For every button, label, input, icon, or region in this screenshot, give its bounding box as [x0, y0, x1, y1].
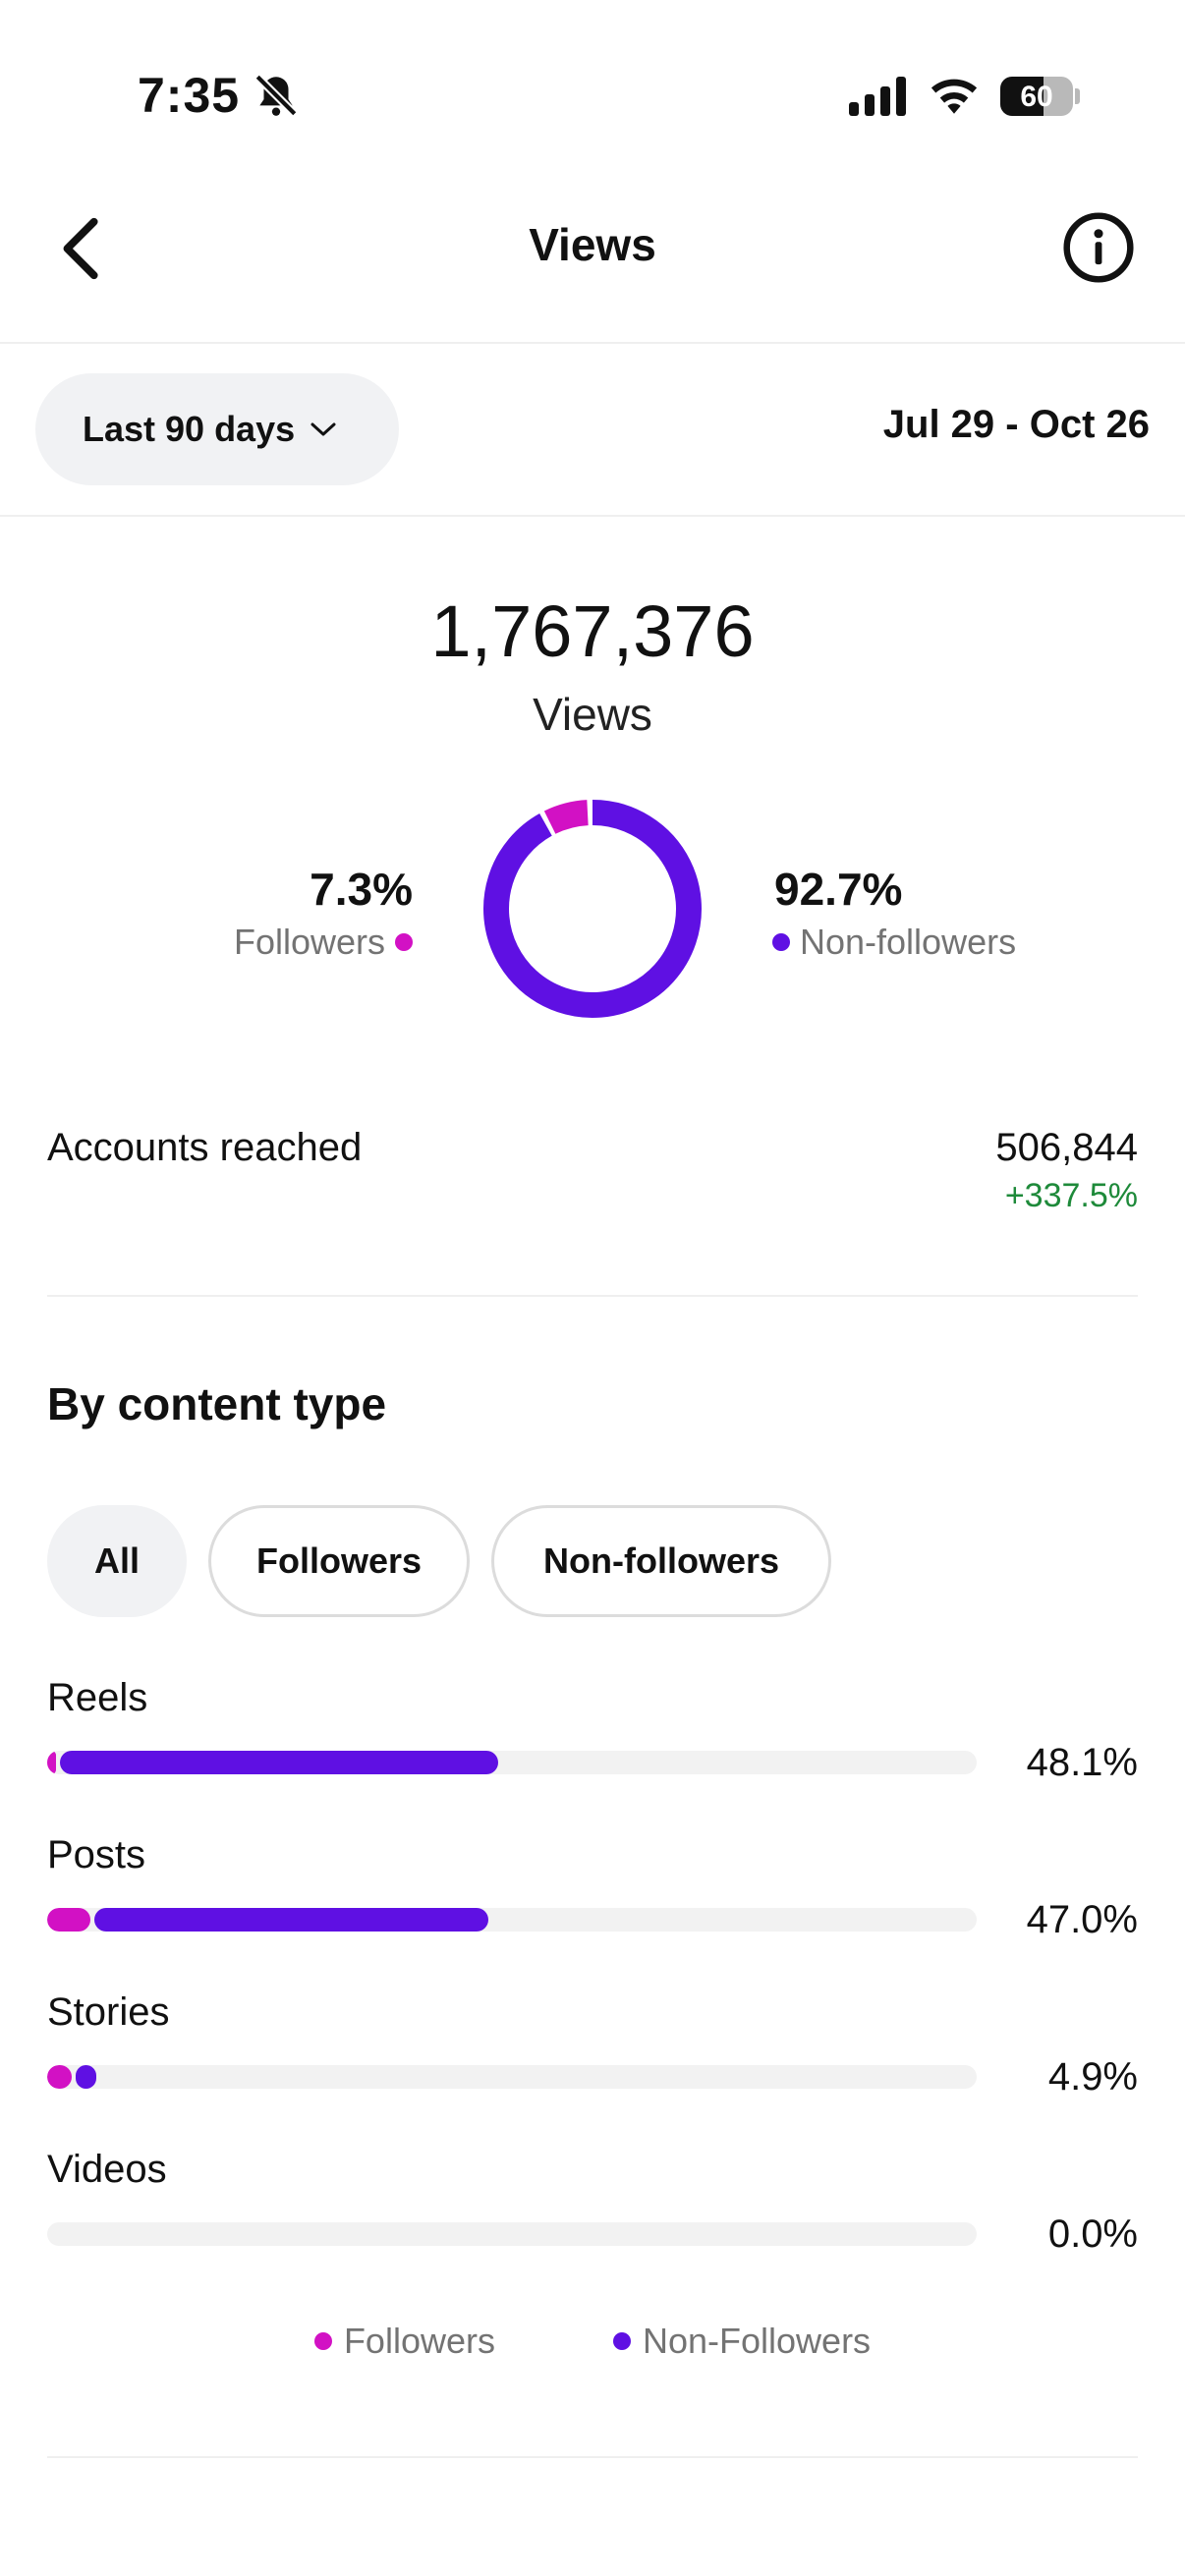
filter-chip-non-followers[interactable]: Non-followers	[491, 1505, 831, 1617]
bar-segment-non-followers	[60, 1751, 499, 1774]
content-type-label-reels: Reels	[47, 1676, 148, 1719]
donut-segment-followers	[483, 800, 702, 1018]
content-type-pct-posts: 47.0%	[1026, 1898, 1138, 1941]
status-time: 7:35	[138, 68, 241, 123]
followers-dot-icon	[395, 933, 413, 951]
content-type-label-stories: Stories	[47, 1990, 170, 2034]
non-followers-legend: Non-followers	[772, 922, 1016, 963]
accounts-reached-value: 506,844	[995, 1126, 1138, 1169]
divider	[0, 515, 1185, 517]
divider	[47, 2456, 1138, 2458]
bar-segment-followers	[47, 1751, 57, 1774]
chevron-down-icon	[310, 422, 336, 436]
followers-legend: Followers	[234, 922, 413, 963]
followers-percentage: 7.3%	[310, 864, 413, 915]
bar-segment-followers	[47, 2065, 72, 2089]
total-views-value: 1,767,376	[430, 590, 755, 672]
legend-label: Followers	[343, 2321, 495, 2361]
non-followers-percentage: 92.7%	[774, 864, 903, 915]
donut-segment-non-followers	[483, 800, 702, 1018]
info-icon[interactable]	[1061, 210, 1136, 285]
progress-bar-stories	[47, 2065, 977, 2089]
divider	[0, 342, 1185, 344]
legend-item-non-followers: Non-Followers	[612, 2321, 872, 2362]
date-range-dropdown[interactable]: Last 90 days	[35, 373, 399, 485]
progress-bar-videos	[47, 2222, 977, 2246]
accounts-reached-change: +337.5%	[1004, 1177, 1138, 1214]
battery-level: 60	[1020, 81, 1053, 113]
legend-item-followers: Followers	[313, 2321, 495, 2362]
section-title: By content type	[47, 1378, 387, 1429]
page-title: Views	[529, 219, 656, 270]
views-donut-chart	[483, 800, 702, 1018]
non-followers-dot-icon	[612, 2332, 631, 2350]
content-type-pct-videos: 0.0%	[1047, 2212, 1138, 2256]
total-views-label: Views	[533, 689, 652, 740]
filter-chip-followers[interactable]: Followers	[208, 1505, 470, 1617]
legend-label: Non-Followers	[642, 2321, 872, 2361]
divider	[47, 1295, 1138, 1297]
chart-legend: Followers Non-Followers	[0, 2321, 1185, 2362]
cellular-signal-icon	[849, 77, 906, 116]
non-followers-dot-icon	[772, 933, 790, 951]
date-range-dropdown-label: Last 90 days	[83, 409, 296, 449]
followers-dot-icon	[313, 2332, 332, 2350]
content-type-pct-stories: 4.9%	[1047, 2055, 1138, 2099]
bar-segment-non-followers	[75, 2065, 97, 2089]
progress-bar-reels	[47, 1751, 977, 1774]
bar-segment-non-followers	[93, 1908, 488, 1932]
progress-bar-posts	[47, 1908, 977, 1932]
wifi-icon	[931, 79, 978, 114]
filter-chip-all[interactable]: All	[47, 1505, 187, 1617]
content-type-label-posts: Posts	[47, 1833, 146, 1876]
bar-segment-followers	[47, 1908, 90, 1932]
content-type-label-videos: Videos	[47, 2148, 167, 2191]
content-type-pct-reels: 48.1%	[1026, 1741, 1138, 1784]
accounts-reached-label: Accounts reached	[47, 1126, 363, 1169]
date-range-text: Jul 29 - Oct 26	[882, 403, 1150, 446]
non-followers-label: Non-followers	[800, 922, 1017, 962]
followers-label: Followers	[233, 922, 385, 962]
bell-muted-icon	[254, 74, 298, 117]
battery-icon: 60	[1000, 77, 1080, 116]
